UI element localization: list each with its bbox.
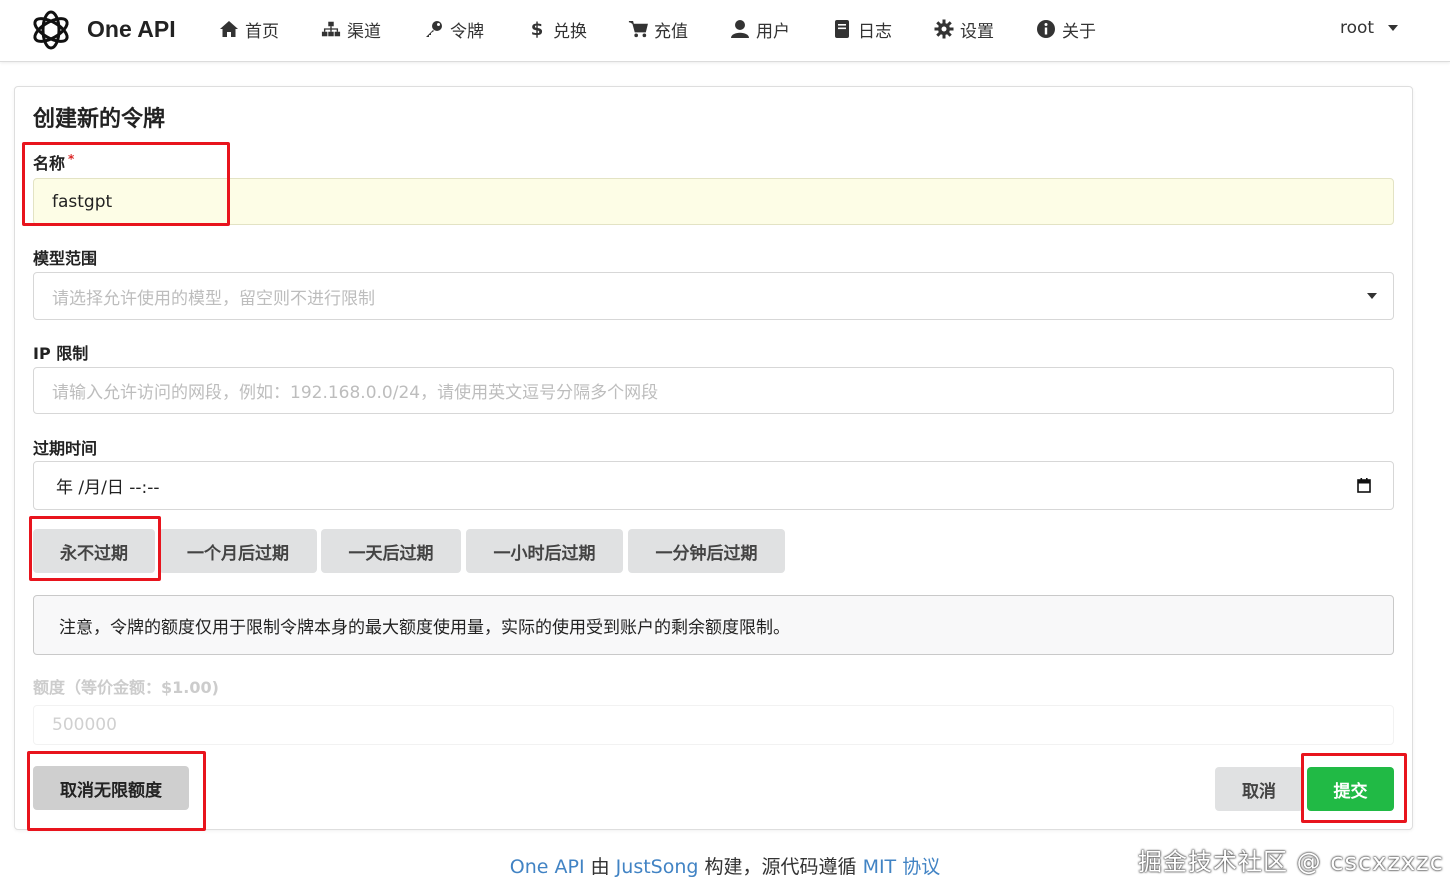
ip-label: IP 限制: [33, 344, 89, 363]
nav-channels[interactable]: 渠道: [321, 17, 381, 42]
never-expire-button[interactable]: 永不过期: [33, 529, 155, 573]
nav-home-label: 首页: [245, 21, 279, 42]
chevron-down-icon: [1388, 25, 1399, 31]
key-icon: [424, 19, 444, 39]
expire-value: 年 /月/日 --:--: [56, 478, 160, 498]
nav-logs[interactable]: 日志: [832, 17, 892, 42]
openai-logo-icon[interactable]: [28, 7, 74, 53]
user-dropdown[interactable]: root: [1340, 18, 1399, 38]
nav-redeem[interactable]: $ 兑换: [527, 17, 587, 42]
expire-one-hour-button[interactable]: 一小时后过期: [466, 529, 623, 573]
nav-topup[interactable]: 充值: [628, 17, 688, 42]
ip-input[interactable]: 请输入允许访问的网段，例如：192.168.0.0/24，请使用英文逗号分隔多个…: [33, 367, 1394, 414]
watermark: 掘金技术社区 @ cscxzxzc: [1138, 848, 1444, 876]
submit-button[interactable]: 提交: [1307, 767, 1394, 811]
models-placeholder: 请选择允许使用的模型，留空则不进行限制: [52, 288, 375, 309]
ip-placeholder: 请输入允许访问的网段，例如：192.168.0.0/24，请使用英文逗号分隔多个…: [52, 383, 659, 403]
nav-logs-label: 日志: [858, 21, 892, 42]
notice-text: 注意，令牌的额度仅用于限制令牌本身的最大额度使用量，实际的使用受到账户的剩余额度…: [59, 617, 790, 638]
name-input[interactable]: fastgpt: [33, 178, 1394, 225]
footer-by: 由: [584, 856, 616, 878]
nav-topup-label: 充值: [654, 21, 688, 42]
footer-license-link[interactable]: MIT 协议: [863, 856, 941, 878]
cancel-button[interactable]: 取消: [1215, 767, 1303, 811]
gear-icon: [934, 19, 954, 39]
nav-settings[interactable]: 设置: [934, 17, 994, 42]
book-icon: [832, 19, 852, 39]
top-navbar: One API 首页 渠道 令牌 $ 兑换 充值 用户 日志 设置 关于 roo…: [0, 0, 1450, 62]
username: root: [1340, 18, 1375, 38]
expire-one-minute-button[interactable]: 一分钟后过期: [628, 529, 785, 573]
nav-users-label: 用户: [756, 21, 790, 42]
nav-home[interactable]: 首页: [219, 17, 279, 42]
footer-brand-link[interactable]: One API: [510, 856, 585, 878]
cancel-unlimited-quota-button[interactable]: 取消无限额度: [33, 766, 189, 810]
footer-built: 构建，源代码遵循: [698, 856, 863, 878]
quota-value: 500000: [52, 715, 117, 735]
expire-one-day-button[interactable]: 一天后过期: [321, 529, 461, 573]
quota-notice: 注意，令牌的额度仅用于限制令牌本身的最大额度使用量，实际的使用受到账户的剩余额度…: [33, 595, 1394, 655]
cart-icon: [628, 19, 648, 39]
sitemap-icon: [321, 19, 341, 39]
nav-channels-label: 渠道: [347, 21, 381, 42]
required-mark: *: [68, 152, 75, 166]
name-input-value: fastgpt: [52, 191, 113, 212]
chevron-down-icon: [1367, 293, 1377, 299]
expire-label: 过期时间: [33, 439, 98, 458]
name-label: 名称 *: [33, 150, 74, 174]
models-label: 模型范围: [33, 249, 98, 268]
page-title: 创建新的令牌: [33, 107, 166, 132]
name-label-text: 名称: [33, 154, 66, 173]
expire-one-month-button[interactable]: 一个月后过期: [159, 529, 317, 573]
calendar-icon[interactable]: [1357, 478, 1371, 493]
brand-title[interactable]: One API: [87, 16, 176, 43]
expire-datetime-input[interactable]: 年 /月/日 --:--: [33, 461, 1394, 510]
nav-about-label: 关于: [1062, 21, 1096, 42]
nav-tokens-label: 令牌: [450, 21, 484, 42]
models-select[interactable]: 请选择允许使用的模型，留空则不进行限制: [33, 272, 1394, 320]
nav-redeem-label: 兑换: [553, 21, 587, 42]
footer-author-link[interactable]: JustSong: [616, 856, 699, 878]
dollar-icon: $: [530, 18, 544, 40]
quota-input: 500000: [33, 705, 1394, 745]
nav-tokens[interactable]: 令牌: [424, 17, 484, 42]
nav-settings-label: 设置: [960, 21, 994, 42]
nav-users[interactable]: 用户: [730, 17, 790, 42]
info-icon: [1036, 19, 1056, 39]
quota-label: 额度（等价金额：$1.00): [33, 678, 219, 697]
user-icon: [730, 19, 750, 39]
nav-about[interactable]: 关于: [1036, 17, 1096, 42]
home-icon: [219, 19, 239, 39]
